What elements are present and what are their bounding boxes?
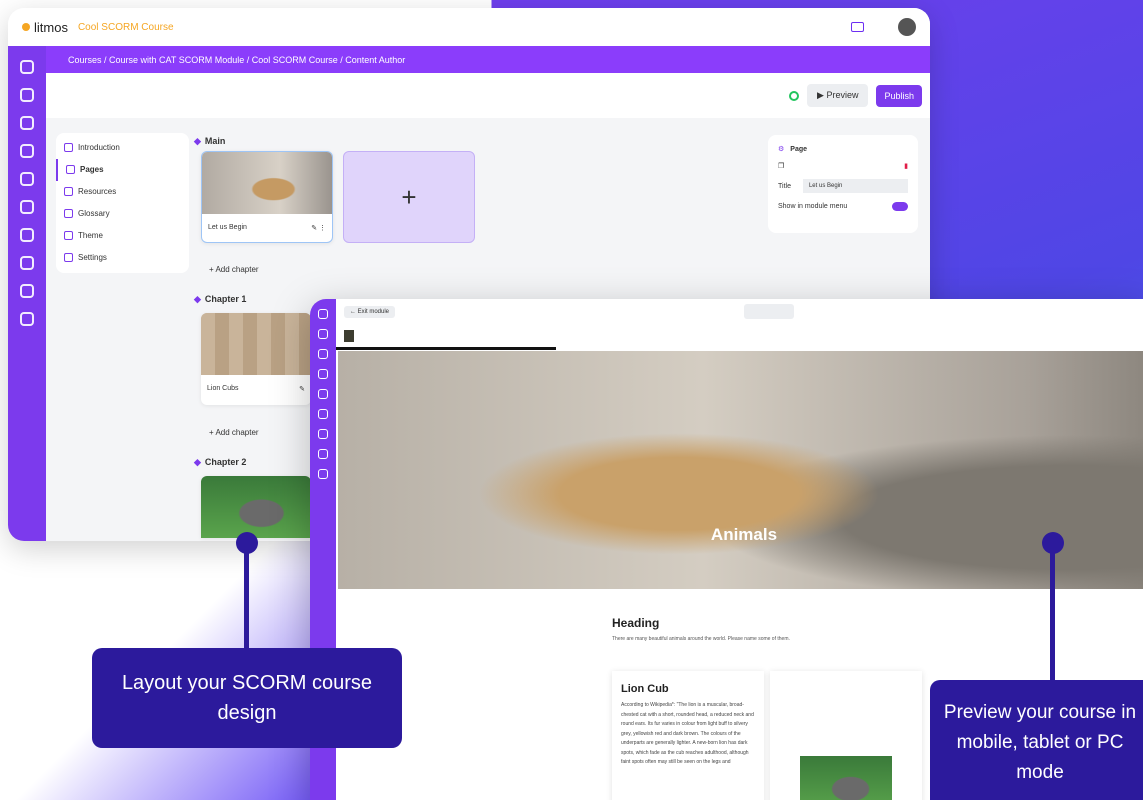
page-card[interactable]: Lion Cubs ✎	[201, 313, 311, 405]
preview-toolbar: ← Exit module	[336, 299, 1143, 325]
course-icon[interactable]	[318, 329, 328, 339]
elephant-image	[800, 756, 892, 800]
page-icon: ⚙	[778, 146, 785, 153]
info-icon[interactable]	[318, 449, 328, 459]
menu-item-introduction[interactable]: Introduction	[56, 137, 189, 159]
title-field[interactable]: Let us Begin	[802, 179, 908, 193]
preview-button[interactable]: ▶ Preview	[807, 84, 869, 107]
page-card-title: Let us Begin	[208, 224, 247, 231]
copy-icon[interactable]: ❐	[778, 162, 784, 170]
content-heading: Heading	[612, 616, 660, 630]
menu-item-glossary[interactable]: Glossary	[56, 203, 189, 225]
page-card-title: Lion Cubs	[207, 385, 239, 392]
elephant-image[interactable]	[201, 476, 311, 538]
sidebar	[8, 46, 46, 541]
menu-item-theme[interactable]: Theme	[56, 225, 189, 247]
callout-layout: Layout your SCORM course design	[92, 648, 402, 748]
apps-icon[interactable]	[20, 312, 34, 326]
page-properties: ⚙ Page ❐ ▮ Title Let us Begin Show in modul…	[768, 135, 918, 233]
apps-icon[interactable]	[318, 469, 328, 479]
show-in-menu-toggle[interactable]	[892, 202, 908, 211]
content-subtext: There are many beautiful animals around …	[612, 636, 790, 642]
logo-text: litmos	[34, 19, 68, 35]
group-icon[interactable]	[20, 172, 34, 186]
section-chapter-1: Chapter 1	[194, 294, 247, 305]
home-icon[interactable]	[20, 60, 34, 74]
chart-icon[interactable]	[20, 200, 34, 214]
tools-icon[interactable]	[20, 256, 34, 270]
image-card	[770, 671, 922, 800]
exit-module-button[interactable]: ← Exit module	[344, 306, 396, 318]
status-icon	[789, 90, 800, 101]
info-icon[interactable]	[20, 284, 34, 298]
user-icon[interactable]	[318, 349, 328, 359]
tools-icon[interactable]	[318, 429, 328, 439]
preview-label: Preview	[826, 90, 859, 100]
breadcrumb[interactable]: Courses / Course with CAT SCORM Module /…	[46, 46, 930, 73]
logo: litmos Cool SCORM Course	[22, 20, 174, 35]
chart-icon[interactable]	[318, 389, 328, 399]
publish-button[interactable]: Publish	[876, 84, 922, 107]
callout-line	[1050, 548, 1055, 683]
trash-icon[interactable]: ▮	[904, 162, 908, 170]
logo-icon	[22, 23, 30, 31]
lion-image	[202, 152, 332, 214]
text-card: Lion Cub According to Wikipedia*: "The l…	[612, 671, 764, 800]
user-icon[interactable]	[20, 144, 34, 158]
add-page-button[interactable]: +	[343, 151, 475, 243]
show-in-menu-label: Show in module menu	[778, 203, 848, 210]
edit-icon[interactable]: ✎	[299, 385, 305, 393]
group-icon[interactable]	[318, 369, 328, 379]
bank-icon[interactable]	[318, 409, 328, 419]
bank-icon[interactable]	[20, 228, 34, 242]
card-title: Lion Cub	[621, 683, 669, 695]
page-thumbnail[interactable]	[344, 330, 354, 342]
menu-item-pages[interactable]: Pages	[56, 159, 189, 181]
toolbar: ▶ Preview Publish	[46, 73, 930, 118]
course-icon[interactable]	[20, 116, 34, 130]
section-main: Main	[194, 136, 226, 147]
course-menu: Introduction Pages Resources Glossary Th…	[56, 133, 189, 273]
edit-icon[interactable]: ✎ ⋮	[311, 224, 326, 232]
callout-preview: Preview your course in mobile, tablet or…	[930, 680, 1143, 800]
card-text: According to Wikipedia*: "The lion is a …	[621, 702, 754, 765]
hero-title: Animals	[710, 525, 778, 544]
course-name: Cool SCORM Course	[77, 21, 174, 33]
add-chapter-button[interactable]: + Add chapter	[209, 265, 259, 274]
share-icon[interactable]	[20, 88, 34, 102]
title-label: Title	[778, 182, 791, 190]
add-chapter-button[interactable]: + Add chapter	[209, 428, 259, 437]
top-bar: litmos Cool SCORM Course	[8, 8, 930, 46]
share-icon[interactable]	[318, 309, 328, 319]
lion-cubs-image	[201, 313, 311, 375]
page-card[interactable]: Let us Begin ✎ ⋮	[201, 151, 333, 243]
section-chapter-2: Chapter 2	[194, 457, 247, 468]
menu-item-settings[interactable]: Settings	[56, 247, 189, 269]
avatar[interactable]	[898, 18, 916, 36]
mail-icon[interactable]	[851, 22, 864, 32]
device-switcher[interactable]	[744, 304, 794, 319]
progress-bar	[336, 347, 556, 350]
callout-line	[244, 548, 249, 650]
hero-image: Animals	[338, 351, 1143, 589]
menu-item-resources[interactable]: Resources	[56, 181, 189, 203]
props-header: Page	[790, 145, 808, 153]
